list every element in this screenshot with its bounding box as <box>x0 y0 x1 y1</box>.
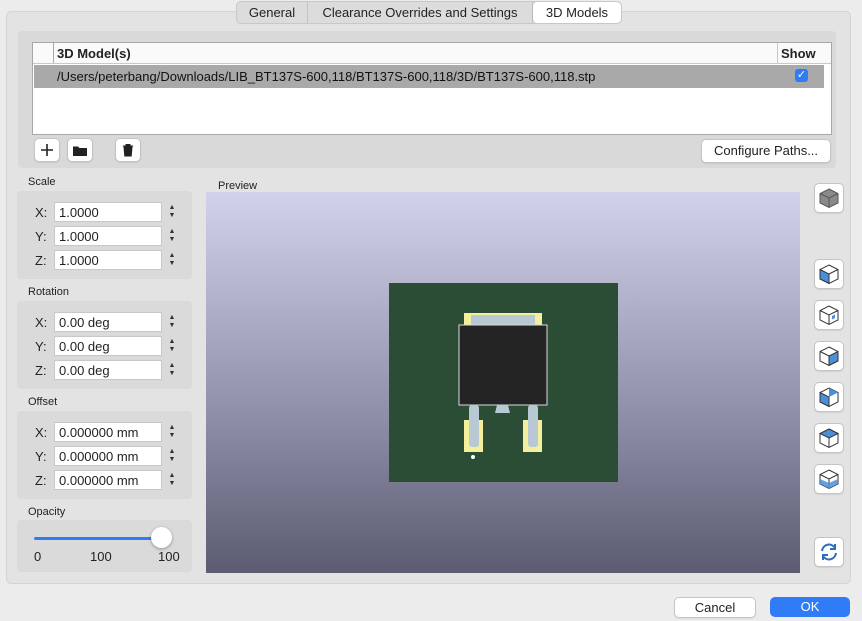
view-back-button[interactable] <box>814 300 844 330</box>
offset-z-label: Z: <box>35 473 47 488</box>
scale-label: Scale <box>28 176 56 188</box>
rotation-label: Rotation <box>28 286 69 298</box>
scale-x-stepper[interactable]: ▲ ▼ <box>167 202 177 222</box>
view-top-button[interactable] <box>814 423 844 453</box>
table-row[interactable]: /Users/peterbang/Downloads/LIB_BT137S-60… <box>34 65 824 88</box>
offset-y-input[interactable]: 0.000000 mm <box>54 446 162 466</box>
offset-label: Offset <box>28 396 58 408</box>
opacity-slider-handle[interactable] <box>151 527 172 548</box>
reload-view-button[interactable] <box>814 537 844 567</box>
view-front-button[interactable] <box>814 259 844 289</box>
tab-general[interactable]: General <box>237 2 308 23</box>
iso-cube-icon <box>819 188 839 209</box>
table-header: 3D Model(s) Show <box>33 43 831 64</box>
refresh-icon <box>821 543 837 561</box>
scale-x-input[interactable]: 1.0000 <box>54 202 162 222</box>
plus-icon <box>41 144 53 156</box>
tab-clearance-overrides[interactable]: Clearance Overrides and Settings <box>308 2 533 23</box>
view-right-icon <box>819 387 839 408</box>
column-header-model[interactable]: 3D Model(s) <box>57 46 131 61</box>
column-header-show[interactable]: Show <box>781 46 816 61</box>
right-lead <box>528 405 538 447</box>
opacity-mid-label: 100 <box>90 549 112 564</box>
offset-x-input[interactable]: 0.000000 mm <box>54 422 162 442</box>
offset-z-stepper[interactable]: ▲ ▼ <box>167 470 177 490</box>
tab-3d-models[interactable]: 3D Models <box>533 2 621 23</box>
view-iso-button[interactable] <box>814 183 844 213</box>
component-render <box>389 283 618 482</box>
configure-paths-button[interactable]: Configure Paths... <box>701 139 831 163</box>
rotation-y-label: Y: <box>35 339 47 354</box>
view-back-icon <box>819 305 839 326</box>
delete-model-button[interactable] <box>115 138 141 162</box>
view-front-icon <box>819 264 839 285</box>
scale-z-label: Z: <box>35 253 47 268</box>
rotation-y-input[interactable]: 0.00 deg <box>54 336 162 356</box>
left-lead <box>469 405 479 447</box>
package-body <box>458 324 548 406</box>
scale-y-stepper[interactable]: ▲ ▼ <box>167 226 177 246</box>
rotation-z-input[interactable]: 0.00 deg <box>54 360 162 380</box>
folder-icon <box>73 146 87 156</box>
show-checkbox[interactable]: ✓ <box>795 69 808 82</box>
preview-label: Preview <box>218 180 258 192</box>
view-left-button[interactable] <box>814 341 844 371</box>
3d-preview-viewport[interactable] <box>206 192 800 573</box>
offset-x-stepper[interactable]: ▲ ▼ <box>167 422 177 442</box>
scale-y-input[interactable]: 1.0000 <box>54 226 162 246</box>
scale-y-label: Y: <box>35 229 47 244</box>
rotation-x-input[interactable]: 0.00 deg <box>54 312 162 332</box>
offset-y-stepper[interactable]: ▲ ▼ <box>167 446 177 466</box>
offset-x-label: X: <box>35 425 48 440</box>
rotation-x-stepper[interactable]: ▲ ▼ <box>167 312 177 332</box>
rotation-z-label: Z: <box>35 363 47 378</box>
rotation-x-label: X: <box>35 315 48 330</box>
open-model-button[interactable] <box>67 138 93 162</box>
view-top-icon <box>818 428 840 449</box>
scale-z-stepper[interactable]: ▲ ▼ <box>167 250 177 270</box>
cancel-button[interactable]: Cancel <box>674 597 756 618</box>
models-table: 3D Model(s) Show /Users/peterbang/Downlo… <box>32 42 832 135</box>
header-spacer <box>33 43 54 63</box>
offset-y-label: Y: <box>35 449 47 464</box>
view-left-icon <box>819 346 839 367</box>
tab-bar: General Clearance Overrides and Settings… <box>236 1 622 24</box>
ok-button[interactable]: OK <box>770 597 850 617</box>
rotation-y-stepper[interactable]: ▲ ▼ <box>167 336 177 356</box>
view-bottom-button[interactable] <box>814 464 844 494</box>
view-right-button[interactable] <box>814 382 844 412</box>
scale-x-label: X: <box>35 205 48 220</box>
model-path[interactable]: /Users/peterbang/Downloads/LIB_BT137S-60… <box>57 69 595 84</box>
view-bottom-icon <box>819 469 839 490</box>
add-model-button[interactable] <box>34 138 60 162</box>
opacity-max-label: 100 <box>158 549 180 564</box>
opacity-min-label: 0 <box>34 549 42 564</box>
pin1-marker <box>471 455 475 459</box>
column-divider <box>777 43 778 63</box>
opacity-slider-track[interactable] <box>34 537 162 540</box>
offset-z-input[interactable]: 0.000000 mm <box>54 470 162 490</box>
trash-icon <box>123 144 133 157</box>
opacity-label: Opacity <box>28 506 66 518</box>
rotation-z-stepper[interactable]: ▲ ▼ <box>167 360 177 380</box>
scale-z-input[interactable]: 1.0000 <box>54 250 162 270</box>
